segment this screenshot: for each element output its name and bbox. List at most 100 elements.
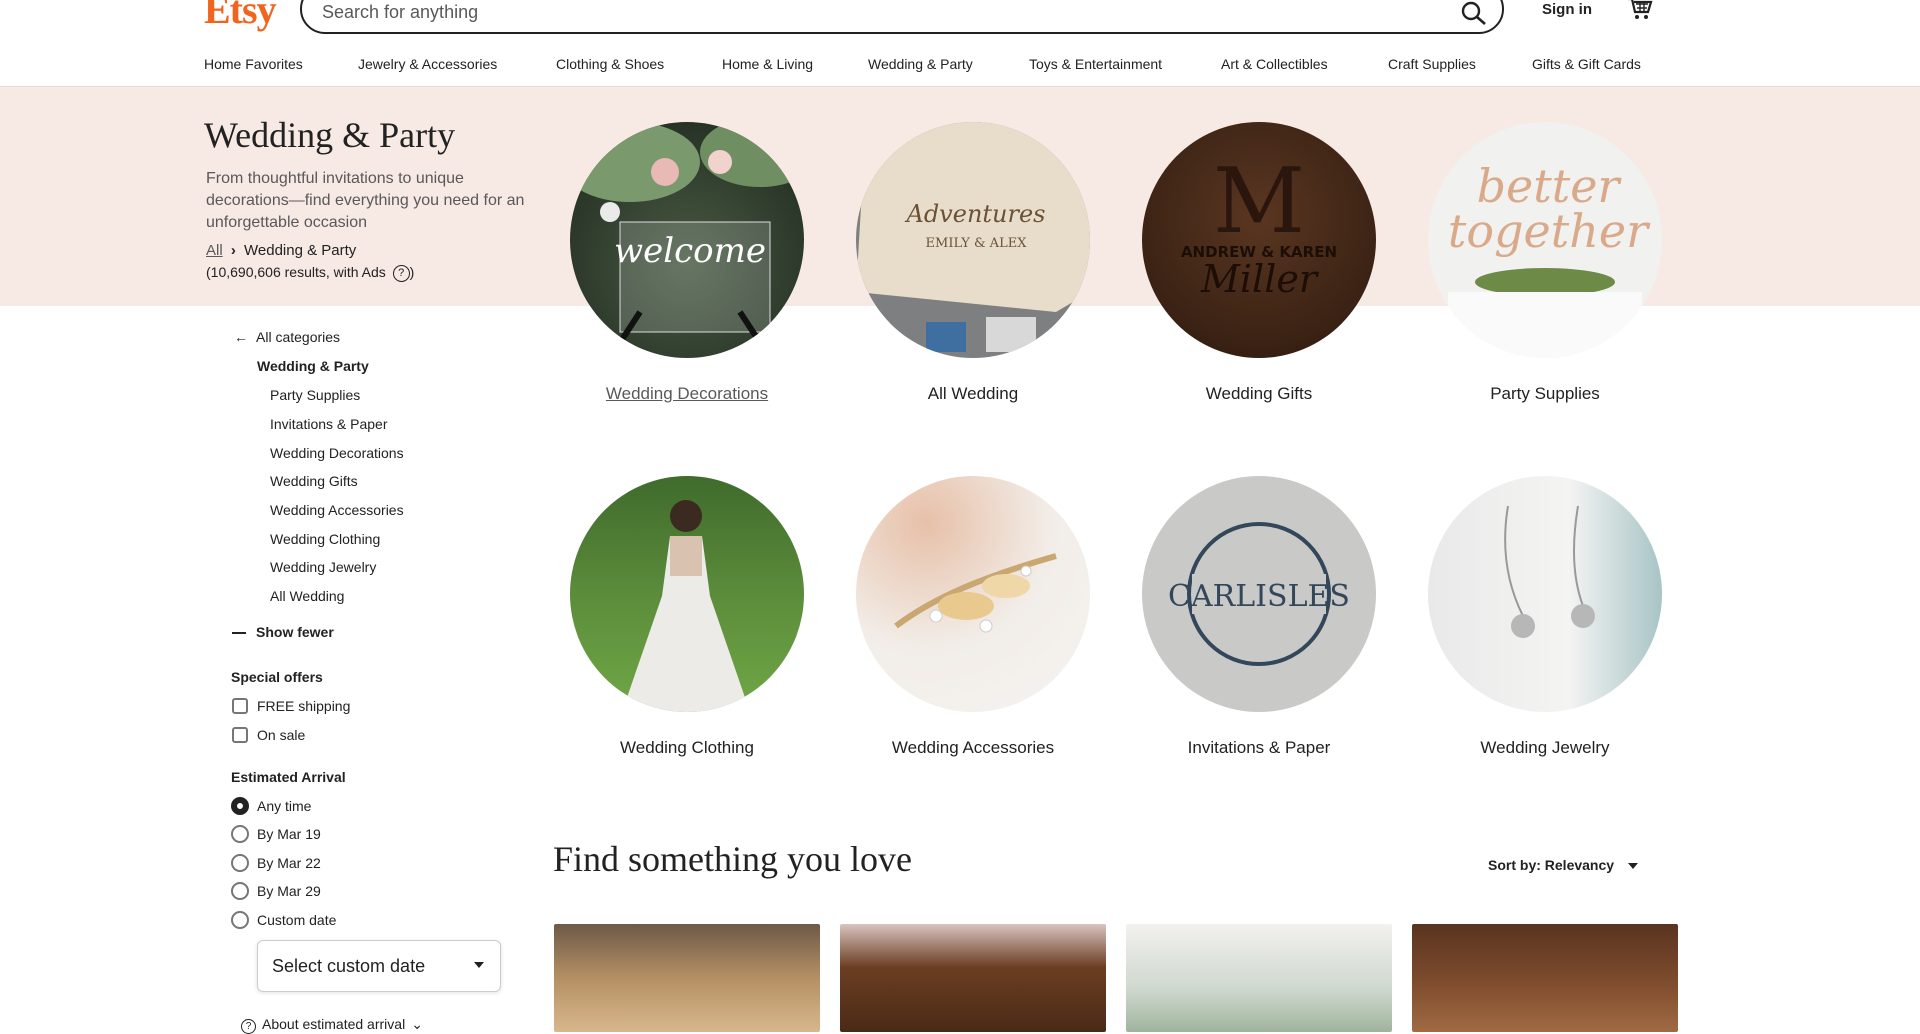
subcat-wedding-gifts[interactable]: Wedding Gifts (270, 473, 358, 489)
arrival-mar22-radio[interactable] (231, 854, 249, 872)
chevron-down-icon: ⌄ (411, 1016, 423, 1032)
arrival-any-time-radio[interactable] (231, 797, 249, 815)
svg-text:welcome: welcome (614, 231, 766, 271)
nav-home-favorites[interactable]: Home Favorites (204, 56, 303, 72)
arrival-custom-label[interactable]: Custom date (257, 912, 336, 928)
category-wedding-accessories[interactable]: Wedding Accessories (856, 476, 1090, 758)
category-wedding-clothing[interactable]: Wedding Clothing (570, 476, 804, 758)
arrival-mar29-radio[interactable] (231, 882, 249, 900)
free-shipping-checkbox[interactable] (232, 698, 248, 714)
category-label[interactable]: Party Supplies (1428, 384, 1662, 404)
nav-craft-supplies[interactable]: Craft Supplies (1388, 56, 1476, 72)
breadcrumb: All › Wedding & Party (206, 242, 356, 259)
category-label[interactable]: Wedding Decorations (570, 384, 804, 404)
show-fewer-button[interactable]: Show fewer (232, 624, 334, 640)
nav-wedding-party[interactable]: Wedding & Party (868, 56, 973, 72)
product-image[interactable] (554, 924, 820, 1032)
nav-jewelry-accessories[interactable]: Jewelry & Accessories (358, 56, 497, 72)
caret-down-icon (1627, 863, 1638, 870)
arrival-mar19-radio[interactable] (231, 825, 249, 843)
category-label[interactable]: Wedding Accessories (856, 738, 1090, 758)
search-bar[interactable]: Search for anything (300, 0, 1504, 34)
minus-icon (232, 632, 246, 635)
product-image[interactable] (1126, 924, 1392, 1032)
breadcrumb-all[interactable]: All (206, 242, 223, 259)
custom-date-select[interactable]: Select custom date (257, 940, 501, 992)
wedding-gifts-image[interactable]: M ANDREW & KAREN Miller (1142, 122, 1376, 358)
svg-text:M: M (1213, 149, 1305, 254)
nav-clothing-shoes[interactable]: Clothing & Shoes (556, 56, 664, 72)
wedding-clothing-image[interactable] (570, 476, 804, 712)
category-label[interactable]: Invitations & Paper (1142, 738, 1376, 758)
arrival-mar22-label[interactable]: By Mar 22 (257, 855, 321, 871)
subcat-party-supplies[interactable]: Party Supplies (270, 387, 360, 403)
nav-home-living[interactable]: Home & Living (722, 56, 813, 72)
arrival-any-time-label[interactable]: Any time (257, 798, 311, 814)
category-label[interactable]: Wedding Jewelry (1428, 738, 1662, 758)
svg-text:CARLISLES: CARLISLES (1168, 579, 1350, 614)
subcat-wedding-clothing[interactable]: Wedding Clothing (270, 531, 380, 547)
category-label[interactable]: Wedding Clothing (570, 738, 804, 758)
results-close: ) (409, 264, 415, 280)
category-all-wedding[interactable]: Adventures EMILY & ALEX All Wedding (856, 122, 1090, 404)
all-categories-link[interactable]: ← All categories (234, 329, 340, 345)
category-invitations-paper[interactable]: CARLISLES Invitations & Paper (1142, 476, 1376, 758)
wedding-accessories-image[interactable] (856, 476, 1090, 712)
cart-icon[interactable] (1626, 0, 1654, 22)
on-sale-checkbox[interactable] (232, 727, 248, 743)
arrival-mar19-label[interactable]: By Mar 19 (257, 826, 321, 842)
all-wedding-image[interactable]: Adventures EMILY & ALEX (856, 122, 1090, 358)
sort-label: Sort by: Relevancy (1488, 857, 1615, 873)
subcat-wedding-accessories[interactable]: Wedding Accessories (270, 502, 404, 518)
category-wedding-jewelry[interactable]: Wedding Jewelry (1428, 476, 1662, 758)
subcat-wedding-decorations[interactable]: Wedding Decorations (270, 445, 404, 461)
invitations-paper-image[interactable]: CARLISLES (1142, 476, 1376, 712)
arrival-custom-radio[interactable] (231, 911, 249, 929)
svg-text:Adventures: Adventures (904, 200, 1045, 228)
etsy-logo[interactable]: Etsy (204, 0, 277, 33)
svg-text:EMILY & ALEX: EMILY & ALEX (926, 236, 1028, 251)
help-icon[interactable]: ? (392, 264, 410, 282)
wedding-decorations-image[interactable]: welcome (570, 122, 804, 358)
category-label[interactable]: All Wedding (856, 384, 1090, 404)
category-party-supplies[interactable]: better together Party Supplies (1428, 122, 1662, 404)
category-label[interactable]: Wedding Gifts (1142, 384, 1376, 404)
arrival-mar29-label[interactable]: By Mar 29 (257, 883, 321, 899)
nav-art-collectibles[interactable]: Art & Collectibles (1221, 56, 1328, 72)
wedding-jewelry-image[interactable] (1428, 476, 1662, 712)
search-input[interactable]: Search for anything (322, 2, 478, 23)
svg-text:Miller: Miller (1200, 257, 1320, 301)
arrow-left-icon: ← (234, 329, 248, 345)
sign-in-link[interactable]: Sign in (1542, 1, 1592, 18)
subcat-wedding-jewelry[interactable]: Wedding Jewelry (270, 559, 376, 575)
results-text: (10,690,606 results, with Ads (206, 264, 386, 280)
party-supplies-image[interactable]: better together (1428, 122, 1662, 358)
subcat-all-wedding[interactable]: All Wedding (270, 588, 344, 604)
breadcrumb-current: Wedding & Party (244, 242, 357, 259)
results-count: (10,690,606 results, with Ads ?) (206, 264, 414, 282)
product-image[interactable] (840, 924, 1106, 1032)
search-icon[interactable] (1460, 0, 1488, 26)
all-categories-label: All categories (256, 329, 341, 345)
nav-gifts-cards[interactable]: Gifts & Gift Cards (1532, 56, 1641, 72)
caret-down-icon (474, 962, 484, 968)
category-wedding-gifts[interactable]: M ANDREW & KAREN Miller Wedding Gifts (1142, 122, 1376, 404)
on-sale-label[interactable]: On sale (257, 727, 305, 743)
estimated-arrival-heading: Estimated Arrival (231, 769, 346, 785)
about-arrival-label: About estimated arrival (262, 1016, 406, 1032)
chevron-right-icon: › (230, 242, 236, 259)
about-arrival-link[interactable]: ? About estimated arrival ⌄ (241, 1016, 423, 1034)
free-shipping-label[interactable]: FREE shipping (257, 698, 350, 714)
category-wedding-decorations[interactable]: welcome Wedding Decorations (570, 122, 804, 404)
find-something-heading: Find something you love (553, 839, 912, 879)
page-title: Wedding & Party (204, 115, 456, 155)
show-fewer-label: Show fewer (256, 624, 334, 640)
subcat-invitations-paper[interactable]: Invitations & Paper (270, 416, 388, 432)
special-offers-heading: Special offers (231, 669, 323, 685)
custom-date-value: Select custom date (272, 956, 426, 976)
sort-dropdown[interactable]: Sort by: Relevancy (1488, 857, 1638, 873)
current-category[interactable]: Wedding & Party (257, 358, 369, 374)
product-image[interactable] (1412, 924, 1678, 1032)
nav-toys-entertainment[interactable]: Toys & Entertainment (1029, 56, 1162, 72)
svg-text:together: together (1448, 204, 1651, 258)
